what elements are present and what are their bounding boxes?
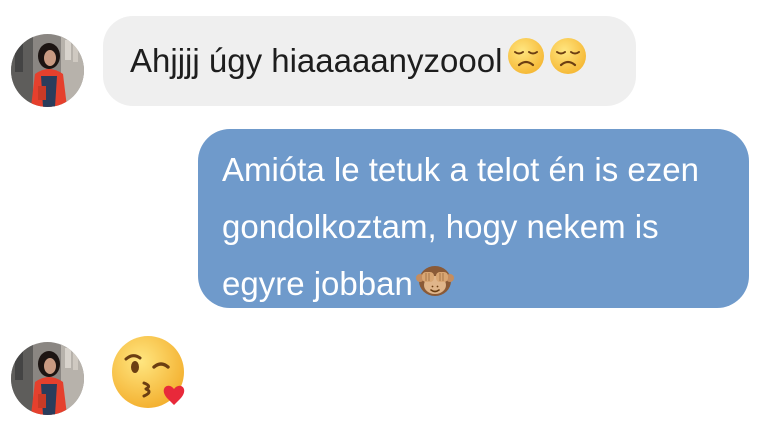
message-text: Amióta le tetuk a telot én is ezen gondo… xyxy=(222,151,699,302)
avatar-photo xyxy=(11,342,84,415)
disappointed-face-icon xyxy=(506,36,546,76)
outgoing-message-bubble[interactable]: Amióta le tetuk a telot én is ezen gondo… xyxy=(198,129,749,308)
see-no-evil-monkey-icon xyxy=(415,259,455,299)
message-text: Ahjjjj úgy hiaaaaanyzoool xyxy=(130,42,503,79)
contact-avatar[interactable] xyxy=(11,342,84,415)
incoming-message-bubble[interactable]: Ahjjjj úgy hiaaaaanyzoool xyxy=(103,16,636,106)
contact-avatar[interactable] xyxy=(11,34,84,107)
face-blowing-kiss-icon[interactable] xyxy=(108,331,192,415)
disappointed-face-icon xyxy=(548,36,588,76)
avatar-photo xyxy=(11,34,84,107)
